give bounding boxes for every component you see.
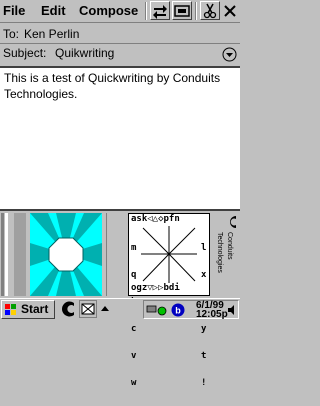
- system-tray: b 6/1/99 12:05p: [143, 300, 239, 320]
- cut-button[interactable]: [200, 1, 220, 20]
- quikwriting-logo-icon: [62, 301, 74, 317]
- subject-field[interactable]: Quikwriting: [55, 46, 114, 60]
- inbox-button[interactable]: [172, 1, 192, 20]
- wheel-char: !: [201, 378, 207, 388]
- volume-icon[interactable]: [227, 304, 237, 316]
- panel-divider: [106, 213, 127, 296]
- input-method-button[interactable]: [79, 300, 97, 318]
- menu-bar: File Edit Compose: [0, 0, 240, 23]
- scissors-icon: [203, 3, 217, 19]
- send-receive-button[interactable]: [150, 1, 170, 20]
- wheel-char: m: [131, 243, 137, 253]
- wheel-char: c: [131, 324, 137, 334]
- brand-sub: Conduits: [226, 232, 233, 260]
- input-menu-button[interactable]: [100, 300, 110, 318]
- brand-label: Technologies Conduits: [212, 232, 236, 296]
- quikwriting-task-button[interactable]: [59, 300, 77, 318]
- start-label: Start: [21, 302, 49, 316]
- start-button[interactable]: Start: [1, 300, 55, 319]
- network-status-icon[interactable]: [146, 302, 168, 318]
- wheel-char: t: [201, 351, 207, 361]
- to-label: To:: [3, 27, 20, 41]
- subject-label: Subject:: [3, 46, 47, 60]
- menu-edit[interactable]: Edit: [41, 3, 66, 18]
- bluetooth-icon[interactable]: b: [171, 303, 185, 317]
- message-body[interactable]: This is a test of Quickwriting by Condui…: [4, 70, 236, 102]
- toolbar-separator: [145, 2, 147, 20]
- caret-up-icon: [101, 306, 109, 311]
- quikwriting-pad[interactable]: [30, 213, 102, 296]
- wheel-char: y: [201, 324, 207, 334]
- message-body-area[interactable]: This is a test of Quickwriting by Condui…: [0, 66, 240, 211]
- menu-compose[interactable]: Compose: [79, 3, 138, 18]
- message-header: To: Ken Perlin Subject: Quikwriting: [0, 23, 240, 66]
- close-button[interactable]: [222, 3, 238, 19]
- tray-icon: [174, 5, 190, 17]
- brand-logo-icon: [226, 214, 238, 230]
- wheel-top-row: ask◁△◇pfn: [131, 214, 180, 224]
- brand-text: Technologies: [216, 232, 223, 273]
- svg-text:b: b: [175, 306, 181, 316]
- character-wheel[interactable]: ask◁△◇pfn m q h c v w l x u y t ! ogz▽▷▷…: [128, 213, 210, 388]
- wheel-bottom-row: ogz▽▷▷bdi: [131, 283, 180, 293]
- chevron-down-icon: [222, 47, 237, 62]
- toolbar-separator: [195, 2, 197, 20]
- keyboard-icon: [81, 303, 95, 315]
- panel-grip: [14, 213, 26, 296]
- wheel-char: v: [131, 351, 137, 361]
- divider: [0, 43, 240, 44]
- to-field[interactable]: Ken Perlin: [24, 27, 79, 41]
- wheel-char: q: [131, 270, 137, 280]
- panel-scrollbar[interactable]: [0, 213, 10, 296]
- windows-logo-icon: [5, 304, 16, 315]
- wheel-char: w: [131, 378, 137, 388]
- menu-file[interactable]: File: [3, 3, 25, 18]
- quikwriting-octagon-icon: [30, 213, 102, 296]
- send-receive-icon: [153, 5, 167, 19]
- close-icon: [224, 5, 236, 17]
- tray-time[interactable]: 12:05p: [196, 309, 228, 320]
- expand-header-button[interactable]: [222, 47, 237, 62]
